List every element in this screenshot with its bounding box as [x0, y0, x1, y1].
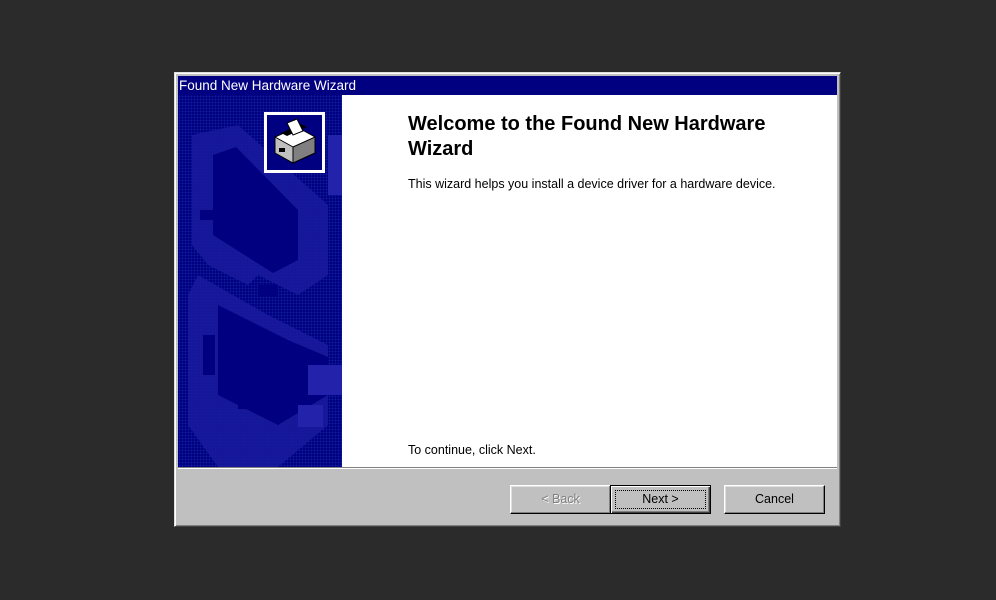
continue-instruction: To continue, click Next. — [408, 443, 536, 457]
back-button-label: < Back — [541, 492, 580, 506]
cancel-button-label: Cancel — [755, 492, 794, 506]
wizard-body: Welcome to the Found New Hardware Wizard… — [178, 95, 837, 467]
wizard-description: This wizard helps you install a device d… — [408, 177, 776, 191]
button-separator — [178, 467, 837, 469]
next-button-label: Next > — [642, 492, 679, 506]
title-bar[interactable]: Found New Hardware Wizard — [178, 76, 837, 95]
wizard-window: Found New Hardware Wizard Welcome to the… — [174, 72, 841, 527]
wizard-content: Welcome to the Found New Hardware Wizard… — [408, 95, 808, 467]
cancel-button[interactable]: Cancel — [724, 485, 825, 514]
wizard-heading: Welcome to the Found New Hardware Wizard — [408, 113, 766, 160]
window-title: Found New Hardware Wizard — [179, 78, 357, 93]
wizard-sidebar-banner — [178, 95, 342, 467]
next-button[interactable]: Next > — [610, 485, 711, 514]
hardware-card-icon — [264, 112, 325, 173]
desktop-background: Found New Hardware Wizard Welcome to the… — [0, 0, 996, 600]
back-button[interactable]: < Back — [510, 485, 611, 514]
